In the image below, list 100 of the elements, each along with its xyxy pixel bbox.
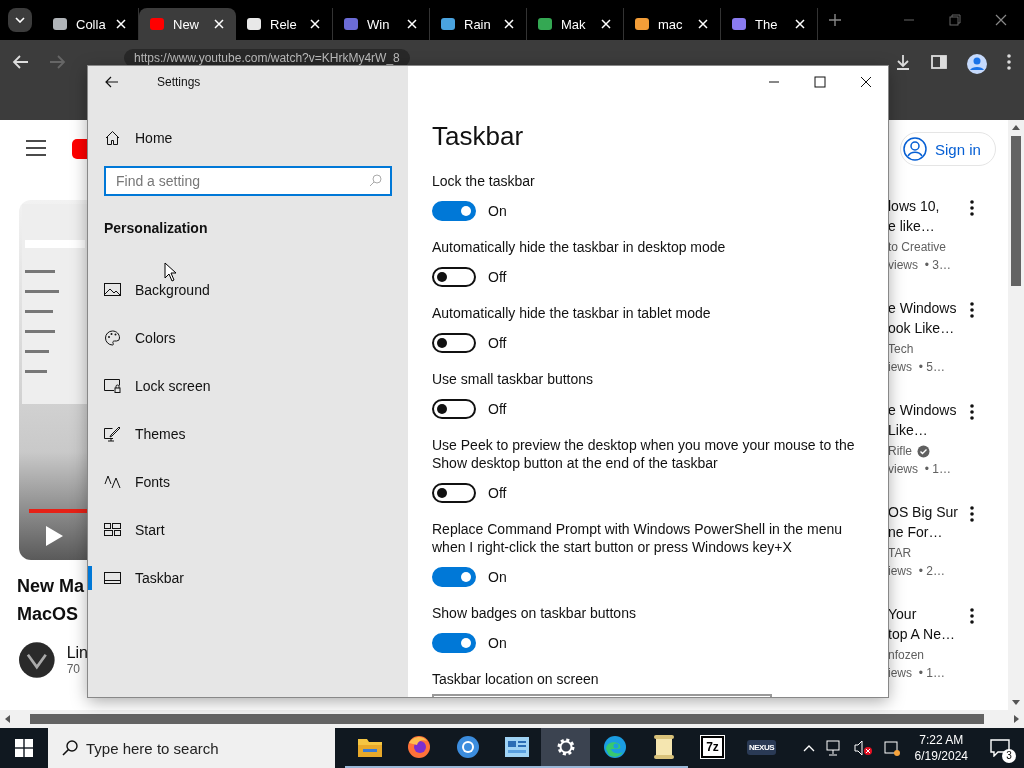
setting-label: Automatically hide the taskbar in tablet mode (432, 304, 712, 322)
toggle-switch[interactable] (432, 483, 476, 503)
cursor-icon (164, 262, 177, 282)
sign-in-button[interactable]: Sign in (900, 132, 996, 166)
network-icon[interactable] (824, 739, 843, 757)
scrollbar-thumb[interactable] (1011, 136, 1021, 286)
new-tab-icon[interactable] (828, 13, 842, 27)
search-icon (62, 740, 78, 756)
toggle-switch[interactable] (432, 567, 476, 587)
brush-monitor-icon (104, 426, 121, 442)
favicon-icon (537, 16, 553, 32)
search-field[interactable]: Find a setting (104, 166, 392, 196)
more-icon[interactable] (970, 608, 974, 624)
download-icon[interactable] (894, 53, 912, 71)
close-icon[interactable] (860, 76, 872, 88)
nav-item[interactable]: Lock screen (88, 362, 408, 410)
sidebar-icon[interactable] (930, 53, 948, 71)
video-meta: iews • 2… (888, 564, 946, 578)
toggle-state: Off (488, 401, 507, 417)
toggle-switch[interactable] (432, 399, 476, 419)
scrollbar[interactable] (1008, 120, 1024, 710)
play-icon[interactable] (44, 525, 64, 547)
device-icon[interactable] (882, 739, 901, 757)
favicon-icon (149, 16, 165, 32)
nav-item[interactable]: Taskbar (88, 554, 408, 602)
close-icon[interactable] (995, 14, 1007, 26)
more-icon[interactable] (970, 302, 974, 318)
video-title[interactable]: lows 10, e like… (888, 196, 970, 236)
avatar-icon[interactable] (19, 640, 55, 680)
edge-icon (602, 735, 627, 759)
toggle-state: On (488, 203, 507, 219)
toggle-state: Off (488, 335, 507, 351)
scrollbar[interactable] (0, 710, 1024, 728)
taskbar-app-button[interactable]: NEXUS (737, 728, 786, 768)
scroll-up-icon[interactable] (1012, 124, 1020, 130)
notification-button[interactable]: 3 (982, 728, 1018, 768)
setting-label: Taskbar location on screen (432, 670, 600, 688)
toggle-state: On (488, 569, 507, 585)
scroll-left-icon[interactable] (4, 715, 10, 723)
nav-item[interactable]: Start (88, 506, 408, 554)
setting-label: Use small taskbar buttons (432, 370, 595, 388)
nav-item[interactable]: Colors (88, 314, 408, 362)
setting-label: Automatically hide the taskbar in desktop mode (432, 238, 727, 256)
channel-name[interactable]: Lin (66, 644, 88, 662)
volume-muted-icon[interactable] (852, 739, 873, 757)
more-icon[interactable] (970, 506, 974, 522)
video-title[interactable]: OS Big Sur ne For… (888, 502, 970, 542)
toggle-switch[interactable] (432, 633, 476, 653)
toggle-switch[interactable] (432, 333, 476, 353)
toggle-switch[interactable] (432, 201, 476, 221)
taskbar-icon (104, 572, 121, 584)
taskbar-app-button[interactable]: 7z (688, 728, 737, 768)
menu-icon[interactable] (1006, 53, 1012, 71)
more-icon[interactable] (970, 404, 974, 420)
scroll-right-icon[interactable] (1014, 715, 1020, 723)
more-icon[interactable] (970, 200, 974, 216)
toggle-switch[interactable] (432, 267, 476, 287)
channel-name[interactable]: Rifle (888, 444, 930, 458)
notes-icon (653, 735, 674, 759)
back-icon[interactable] (105, 76, 119, 88)
scrollbar-thumb[interactable] (30, 714, 984, 724)
verified-icon (917, 444, 930, 458)
channel-name[interactable]: nfozen (888, 648, 925, 662)
clock[interactable]: 7:22 AM 6/19/2024 (914, 732, 968, 764)
tab-search-button[interactable] (8, 8, 32, 32)
channel-name[interactable]: Tech (888, 342, 914, 356)
setting-label: Lock the taskbar (432, 172, 536, 190)
chevron-up-icon[interactable] (802, 744, 815, 752)
archiver-icon: 7z (701, 736, 724, 758)
search-icon (369, 174, 382, 187)
favicon-icon (246, 16, 262, 32)
video-meta: iews • 1… (888, 666, 946, 680)
back-icon[interactable] (12, 53, 30, 71)
favicon-icon (343, 16, 359, 32)
video-title[interactable]: Your top A Ne… (888, 604, 970, 644)
channel-name[interactable]: TAR (888, 546, 912, 560)
notification-icon (990, 739, 1010, 757)
browser-tab[interactable]: New (139, 8, 236, 40)
nav-item[interactable]: Fonts (88, 458, 408, 506)
firefox-icon (406, 735, 431, 759)
folder-icon (356, 736, 383, 758)
toggle-state: Off (488, 269, 507, 285)
menu-icon[interactable] (26, 140, 46, 156)
home-link[interactable]: Home (88, 114, 408, 162)
notification-count: 3 (1002, 749, 1016, 763)
video-title[interactable]: e Windows ook Like… (888, 298, 970, 338)
profile-icon[interactable] (966, 53, 988, 75)
scroll-down-icon[interactable] (1012, 700, 1020, 706)
search-field[interactable]: Type here to search (48, 728, 335, 768)
window-title: Settings (157, 75, 201, 89)
chevron-down-icon (15, 17, 25, 23)
nav-item[interactable]: Themes (88, 410, 408, 458)
video-meta: iews • 5… (888, 360, 946, 374)
setting-label: Use Peek to preview the desktop when you move your mouse to the Show desktop button at the end of the taskbar (432, 436, 856, 472)
logo-icon[interactable] (72, 139, 88, 159)
nav-item[interactable]: Background (88, 266, 408, 314)
taskbar-app-button[interactable] (541, 728, 590, 768)
channel-name[interactable]: to Creative (888, 240, 947, 254)
maximize-icon[interactable] (814, 76, 826, 88)
video-title[interactable]: e Windows Like… (888, 400, 970, 440)
